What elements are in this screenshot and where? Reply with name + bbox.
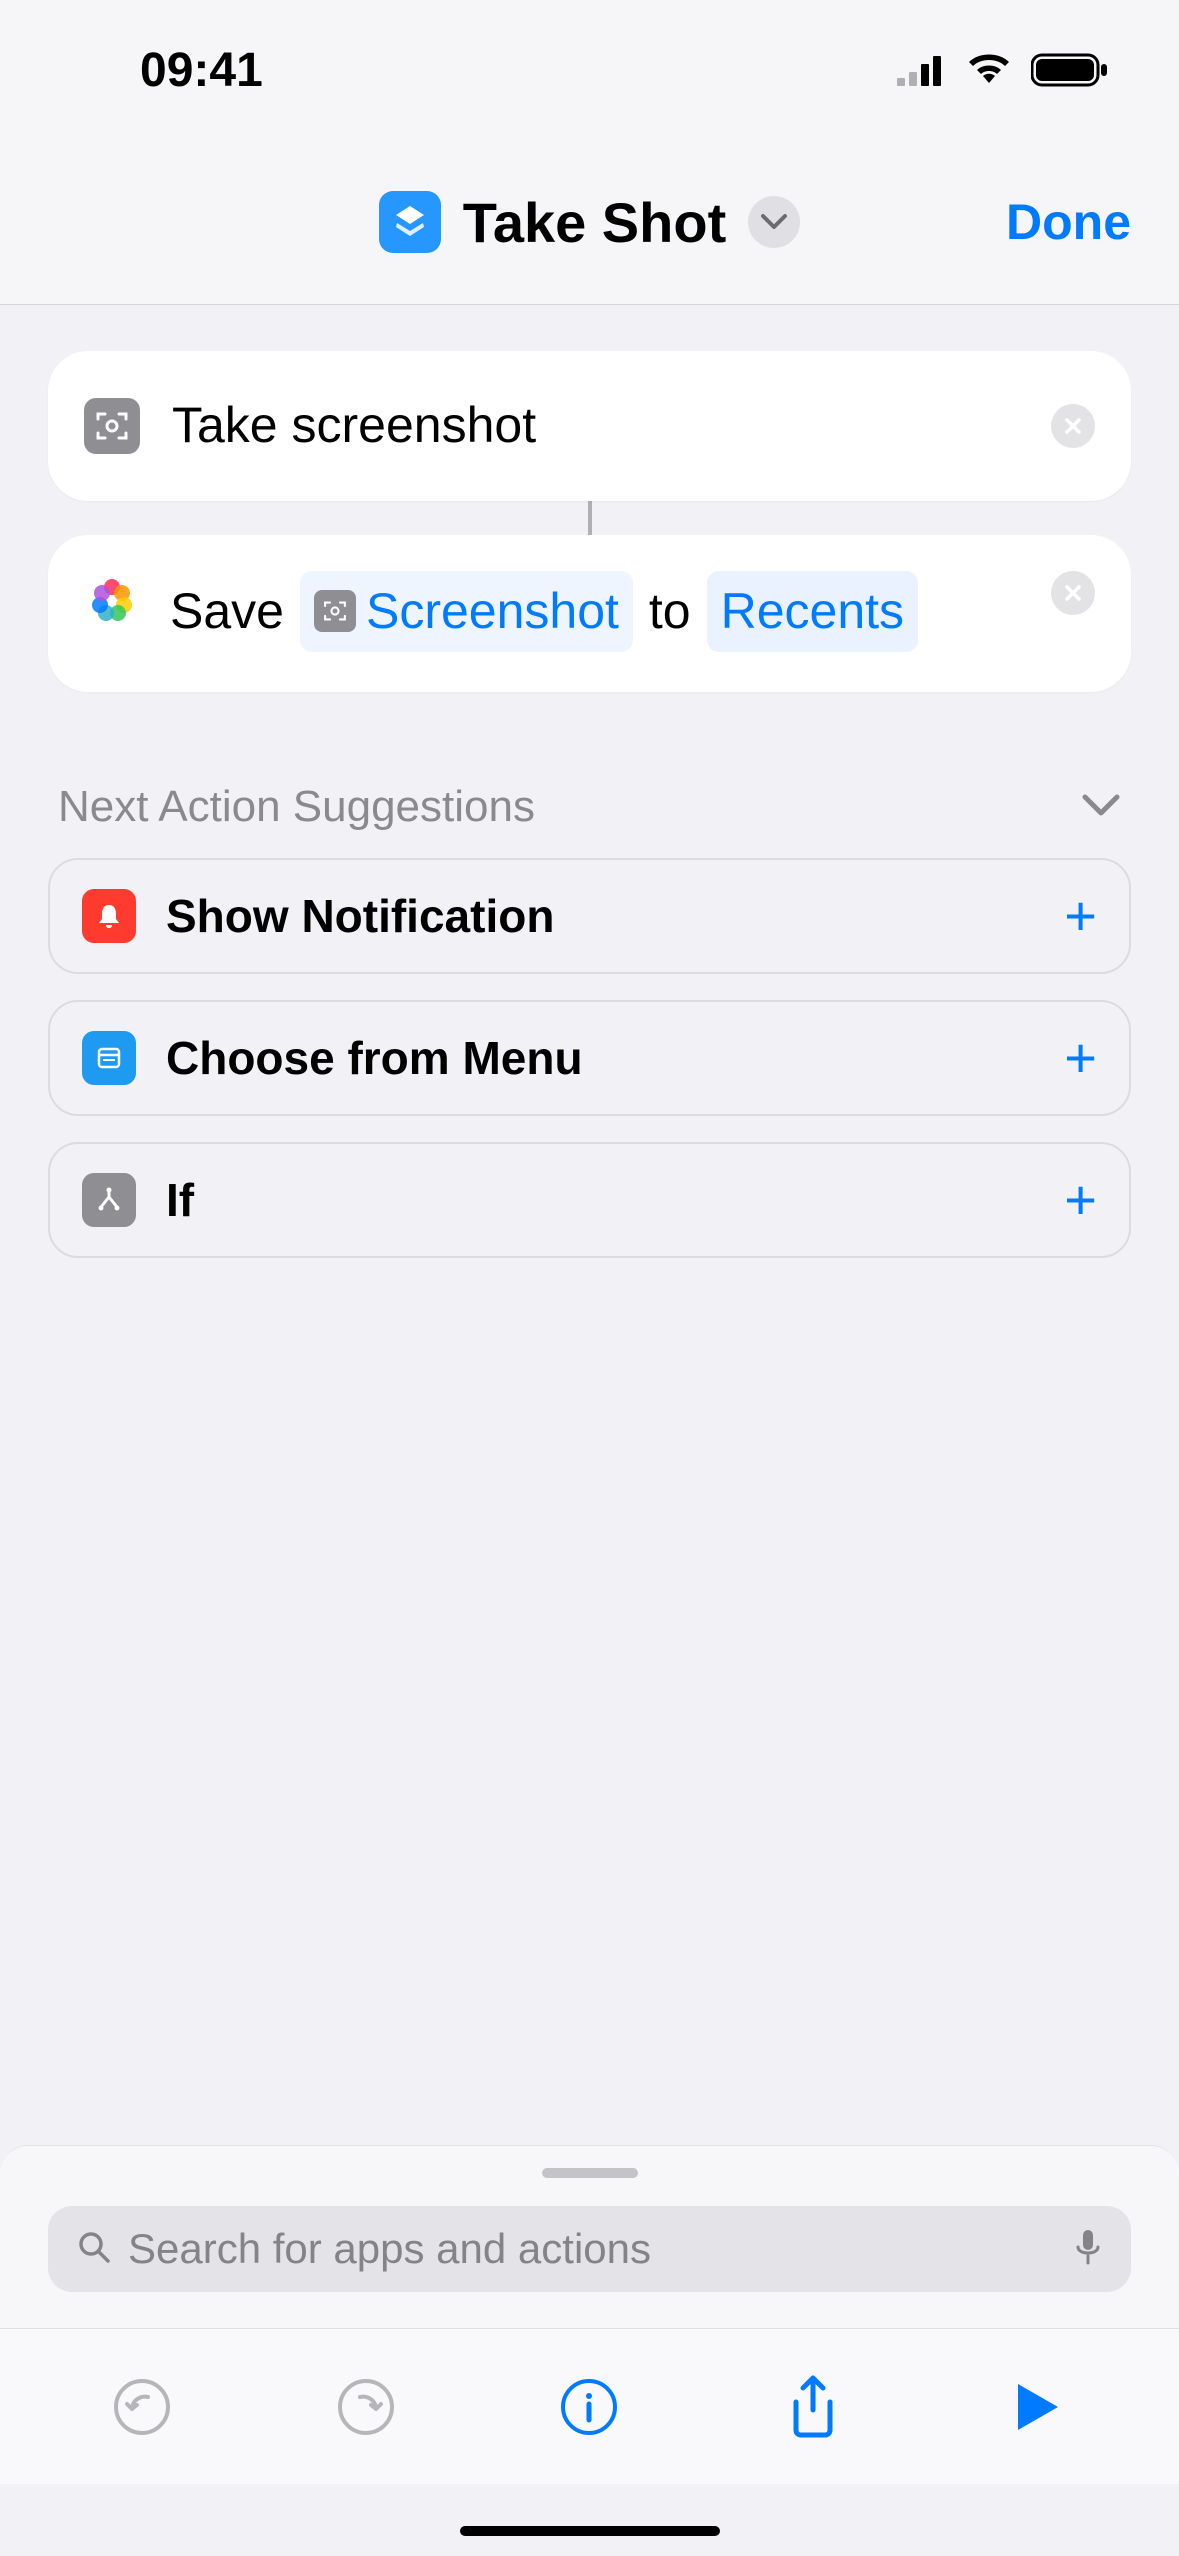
header-title-group[interactable]: Take Shot: [379, 190, 800, 255]
wifi-icon: [965, 53, 1013, 87]
redo-button[interactable]: [334, 2375, 398, 2439]
home-indicator[interactable]: [460, 2526, 720, 2536]
screenshot-icon: [84, 398, 140, 454]
suggestion-label: If: [166, 1173, 1064, 1227]
editor-header: Take Shot Done: [0, 140, 1179, 305]
action-save-to-album[interactable]: Save Screenshot to Recents: [48, 535, 1131, 693]
action-search-sheet[interactable]: Search for apps and actions: [0, 2145, 1179, 2328]
search-placeholder: Search for apps and actions: [128, 2225, 1057, 2273]
chevron-down-icon: [1081, 793, 1121, 822]
photos-app-icon: [84, 571, 140, 627]
suggestions-header[interactable]: Next Action Suggestions: [48, 782, 1131, 858]
album-token-recents[interactable]: Recents: [707, 571, 918, 653]
variable-token-screenshot[interactable]: Screenshot: [300, 571, 633, 653]
action-label: Take screenshot: [172, 387, 1035, 465]
save-verb: Save: [170, 573, 284, 651]
battery-icon: [1031, 52, 1109, 88]
suggestion-if[interactable]: If +: [48, 1142, 1131, 1258]
bell-icon: [82, 889, 136, 943]
chevron-down-icon[interactable]: [748, 196, 800, 248]
action-connector: [588, 501, 592, 535]
delete-action-button[interactable]: [1051, 571, 1095, 615]
sheet-grabber[interactable]: [542, 2168, 638, 2178]
album-name: Recents: [721, 573, 904, 651]
status-icons: [897, 52, 1109, 88]
suggestion-label: Show Notification: [166, 889, 1064, 943]
shortcut-title: Take Shot: [463, 190, 726, 255]
status-bar: 09:41: [0, 0, 1179, 140]
search-input[interactable]: Search for apps and actions: [48, 2206, 1131, 2292]
shortcut-app-icon: [379, 191, 441, 253]
suggestion-label: Choose from Menu: [166, 1031, 1064, 1085]
menu-icon: [82, 1031, 136, 1085]
done-button[interactable]: Done: [1006, 193, 1131, 251]
add-suggestion-button[interactable]: +: [1064, 888, 1097, 944]
search-icon: [76, 2229, 112, 2270]
delete-action-button[interactable]: [1051, 404, 1095, 448]
add-suggestion-button[interactable]: +: [1064, 1030, 1097, 1086]
run-button[interactable]: [1005, 2375, 1069, 2439]
action-label: Save Screenshot to Recents: [170, 571, 1035, 653]
suggestions-title: Next Action Suggestions: [58, 782, 535, 832]
variable-name: Screenshot: [366, 573, 619, 651]
action-take-screenshot[interactable]: Take screenshot: [48, 351, 1131, 501]
microphone-icon[interactable]: [1073, 2227, 1103, 2272]
info-button[interactable]: [557, 2375, 621, 2439]
next-action-suggestions: Next Action Suggestions Show Notificatio…: [48, 782, 1131, 1258]
undo-button[interactable]: [110, 2375, 174, 2439]
editor-toolbar: [0, 2328, 1179, 2484]
suggestion-show-notification[interactable]: Show Notification +: [48, 858, 1131, 974]
cellular-signal-icon: [897, 54, 947, 86]
save-to-word: to: [649, 573, 691, 651]
branch-icon: [82, 1173, 136, 1227]
suggestion-choose-from-menu[interactable]: Choose from Menu +: [48, 1000, 1131, 1116]
add-suggestion-button[interactable]: +: [1064, 1172, 1097, 1228]
share-button[interactable]: [781, 2375, 845, 2439]
screenshot-icon: [314, 590, 356, 632]
status-time: 09:41: [140, 43, 263, 98]
